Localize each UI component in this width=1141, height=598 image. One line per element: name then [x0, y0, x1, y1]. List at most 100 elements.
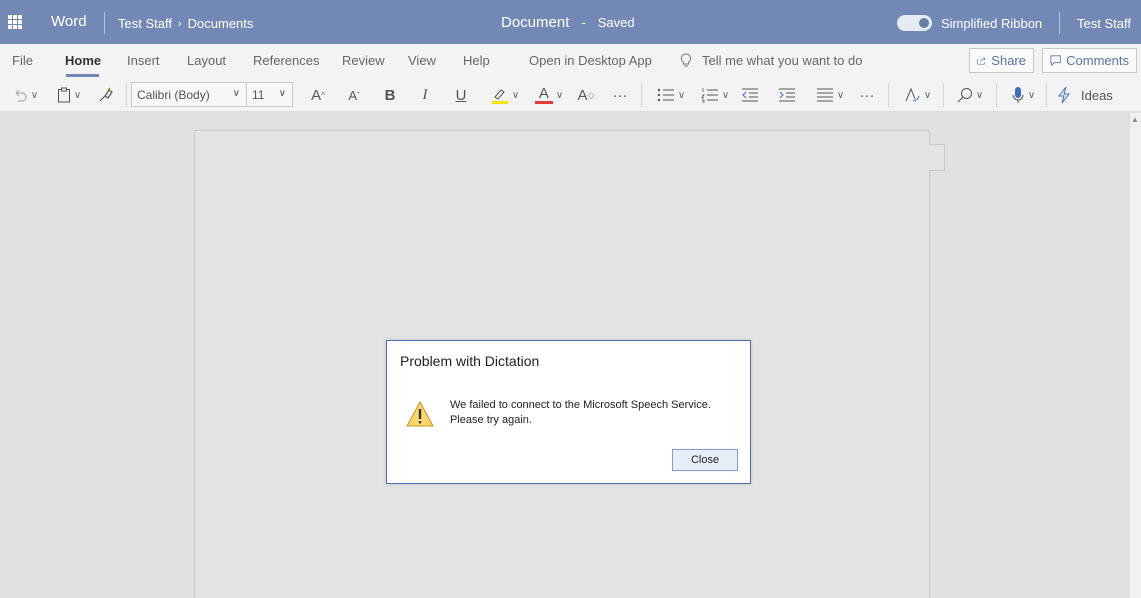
tab-view[interactable]: View [408, 53, 436, 68]
shrink-font-button[interactable]: Aˇ [345, 85, 363, 105]
shrink-font-icon: A [348, 87, 357, 103]
grow-font-button[interactable]: A ^ [308, 85, 328, 105]
vertical-scrollbar[interactable]: ▲ [1129, 113, 1141, 598]
comments-label: Comments [1066, 53, 1129, 68]
grow-font-icon: A [311, 86, 322, 104]
divider [104, 12, 105, 34]
open-in-desktop-app-link[interactable]: Open in Desktop App [529, 53, 652, 68]
undo-icon [15, 89, 27, 102]
font-name-dropdown[interactable]: Calibri (Body) ∨ [131, 82, 247, 107]
highlight-button[interactable]: ∨ [488, 85, 522, 105]
chevron-down-icon: ∨ [677, 89, 686, 101]
paintbrush-icon [99, 87, 113, 102]
tab-review[interactable]: Review [342, 53, 385, 68]
scroll-up-arrow-icon[interactable]: ▲ [1131, 115, 1139, 124]
app-launcher-icon[interactable] [8, 15, 22, 29]
bullets-button[interactable]: ∨ [654, 85, 688, 105]
tell-me-placeholder: Tell me what you want to do [702, 53, 863, 68]
dialog-message: We failed to connect to the Microsoft Sp… [450, 398, 711, 428]
lightning-icon [1057, 86, 1071, 104]
share-label: Share [991, 53, 1026, 68]
simplified-ribbon-toggle[interactable] [897, 15, 932, 31]
tab-references[interactable]: References [253, 53, 319, 68]
italic-button[interactable]: I [418, 85, 432, 105]
active-tab-indicator [66, 74, 99, 77]
chevron-down-icon: ∨ [511, 89, 520, 101]
app-name[interactable]: Word [51, 13, 87, 30]
chevron-down-icon: ∨ [73, 89, 82, 101]
dialog-message-line-2: Please try again. [450, 414, 532, 426]
divider [1046, 83, 1047, 107]
ideas-button[interactable]: Ideas [1057, 85, 1117, 105]
chevron-down-icon: ∨ [555, 89, 564, 101]
align-button[interactable]: ∨ [813, 85, 847, 105]
clear-formatting-icon: A [577, 86, 588, 104]
dictation-error-dialog: Problem with Dictation We failed to conn… [386, 340, 751, 484]
chevron-down-icon: ∨ [923, 89, 932, 101]
font-name-value: Calibri (Body) [137, 87, 210, 102]
numbering-button[interactable]: ∨ [698, 85, 732, 105]
font-size-value: 11 [252, 87, 265, 102]
search-icon [957, 88, 972, 103]
simplified-ribbon-label: Simplified Ribbon [941, 16, 1043, 31]
tab-file[interactable]: File [12, 53, 33, 68]
numbered-list-icon [701, 88, 718, 103]
tab-layout[interactable]: Layout [187, 53, 226, 68]
toggle-knob [919, 18, 929, 28]
more-font-options-button[interactable]: ··· [609, 85, 631, 105]
chevron-down-icon: ∨ [278, 88, 286, 99]
close-button[interactable]: Close [672, 449, 738, 471]
decrease-indent-icon [742, 88, 758, 102]
paste-button[interactable]: ∨ [52, 85, 86, 105]
ribbon-tabs: File Home Insert Layout References Revie… [0, 44, 1141, 78]
font-color-button[interactable]: A ∨ [532, 85, 566, 105]
ribbon-toolbar: ∨ ∨ Calibri (Body) ∨ 11 ∨ A ^ Aˇ B I U ∨ A ∨… [0, 78, 1141, 112]
bullet-list-icon [657, 88, 674, 102]
styles-button[interactable]: ∨ [900, 85, 934, 105]
page-side-tab [929, 144, 945, 171]
divider [888, 83, 889, 107]
find-button[interactable]: ∨ [953, 85, 987, 105]
microphone-icon [1012, 87, 1024, 103]
document-title[interactable]: Document - Saved [501, 14, 635, 31]
dictate-button[interactable]: ∨ [1006, 85, 1040, 105]
ideas-label: Ideas [1081, 87, 1113, 103]
breadcrumb-folder[interactable]: Documents [188, 16, 254, 31]
font-size-dropdown[interactable]: 11 ∨ [246, 82, 293, 107]
more-paragraph-options-button[interactable]: ··· [856, 85, 878, 105]
tab-help[interactable]: Help [463, 53, 490, 68]
tab-insert[interactable]: Insert [127, 53, 160, 68]
increase-indent-button[interactable] [778, 85, 796, 105]
share-icon [977, 57, 986, 65]
clipboard-icon [57, 87, 70, 103]
decrease-indent-button[interactable] [741, 85, 759, 105]
doc-title-separator: - [581, 15, 586, 30]
underline-button[interactable]: U [453, 85, 469, 105]
chevron-down-icon: ∨ [836, 89, 845, 101]
comment-icon [1050, 55, 1061, 67]
format-painter-button[interactable] [96, 85, 116, 105]
divider [943, 83, 944, 107]
increase-indent-icon [779, 88, 795, 102]
divider [1059, 12, 1060, 34]
breadcrumb: Test Staff › Documents [118, 16, 253, 31]
comments-button[interactable]: Comments [1042, 48, 1137, 73]
undo-button[interactable]: ∨ [8, 85, 42, 105]
dialog-title: Problem with Dictation [400, 353, 540, 369]
breadcrumb-user[interactable]: Test Staff [118, 16, 172, 31]
bold-button[interactable]: B [382, 85, 398, 105]
chevron-down-icon: ∨ [30, 89, 39, 101]
tell-me-search[interactable]: Tell me what you want to do [680, 53, 862, 68]
align-left-icon [816, 88, 833, 102]
clear-formatting-button[interactable]: A ◇ [576, 85, 596, 105]
tab-home[interactable]: Home [65, 53, 101, 68]
divider [641, 83, 642, 107]
styles-icon [905, 87, 920, 102]
chevron-down-icon: ∨ [975, 89, 984, 101]
font-color-swatch [534, 100, 553, 104]
user-account[interactable]: Test Staff [1077, 16, 1131, 31]
lightbulb-icon [680, 53, 692, 67]
share-button[interactable]: Share [969, 48, 1034, 73]
chevron-right-icon: › [177, 17, 182, 30]
warning-icon [406, 400, 434, 427]
